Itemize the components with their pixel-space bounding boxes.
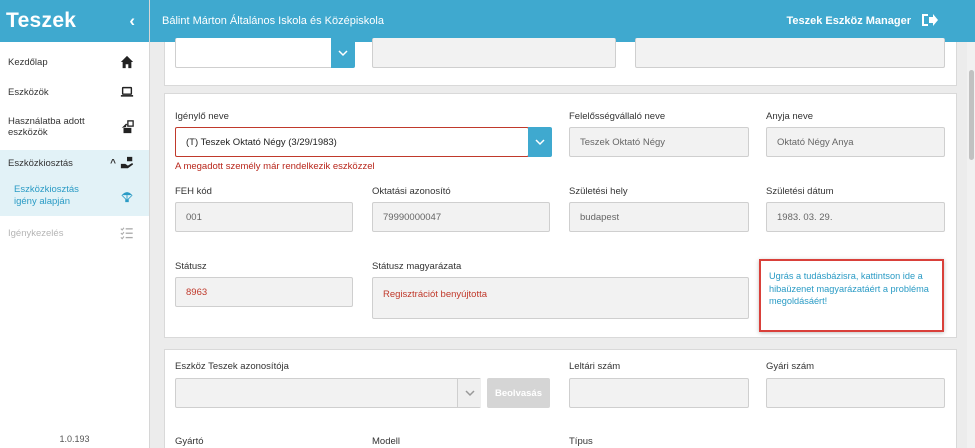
serial-number-label: Gyári szám	[766, 361, 815, 372]
home-icon	[119, 54, 135, 70]
mother-name-field: Oktató Négy Anya	[766, 127, 945, 157]
logout-icon[interactable]	[921, 12, 939, 31]
feh-code-field: 001	[175, 202, 353, 232]
sidebar-item-devices[interactable]: Eszközök	[0, 80, 149, 104]
page-scrollbar[interactable]	[967, 42, 975, 448]
status-label: Státusz	[175, 261, 207, 272]
school-name: Bálint Márton Általános Iskola és Középi…	[162, 15, 384, 27]
manufacturer-label: Gyártó	[175, 436, 204, 447]
sidebar-item-distribution[interactable]: Eszközkiosztás ^	[0, 150, 149, 176]
inventory-number-label: Leltári szám	[569, 361, 621, 372]
teszek-id-select-toggle[interactable]	[457, 379, 481, 407]
sidebar: Teszek ‹ Kezdőlap Eszközök Használatba a…	[0, 0, 150, 448]
parachute-icon	[119, 188, 135, 204]
previous-select-toggle[interactable]	[331, 38, 355, 68]
serial-number-field	[766, 378, 945, 408]
knowledge-base-link[interactable]: Ugrás a tudásbázisra, kattintson ide a h…	[759, 259, 944, 332]
feh-code-label: FEH kód	[175, 186, 212, 197]
chevron-down-icon	[338, 49, 348, 56]
requester-panel: Igénylő neve (T) Teszek Oktató Négy (3/2…	[164, 93, 957, 338]
list-check-icon	[119, 225, 135, 241]
teszek-id-select[interactable]	[175, 378, 481, 408]
previous-field-2	[372, 38, 616, 68]
sidebar-item-label: Eszközkiosztás	[8, 157, 73, 169]
device-given-icon	[119, 119, 135, 135]
sidebar-header: Teszek ‹	[0, 0, 149, 42]
sidebar-item-devices-in-use[interactable]: Használatba adott eszközök	[0, 112, 149, 142]
sidebar-item-label: Használatba adott eszközök	[8, 116, 85, 138]
edu-id-field: 79990000047	[372, 202, 550, 232]
previous-panel	[164, 38, 957, 86]
sidebar-item-label: Igénykezelés	[8, 227, 64, 239]
responsible-label: Felelősségvállaló neve	[569, 111, 666, 122]
edu-id-label: Oktatási azonosító	[372, 186, 451, 197]
scrollbar-thumb[interactable]	[969, 70, 974, 160]
responsible-field: Teszek Oktató Négy	[569, 127, 749, 157]
status-desc-label: Státusz magyarázata	[372, 261, 462, 272]
birthdate-field: 1983. 03. 29.	[766, 202, 945, 232]
app-name: Teszek Eszköz Manager	[786, 15, 911, 27]
topbar: Bálint Márton Általános Iskola és Középi…	[150, 0, 975, 42]
birthplace-label: Születési hely	[569, 186, 628, 197]
mother-name-label: Anyja neve	[766, 111, 814, 122]
scan-button[interactable]: Beolvasás	[487, 378, 550, 408]
hand-device-icon	[119, 155, 135, 171]
requester-select[interactable]: (T) Teszek Oktató Négy (3/29/1983)	[175, 127, 529, 157]
laptop-icon	[119, 84, 135, 100]
sidebar-item-label: Eszközök	[8, 86, 49, 98]
status-desc-field: Regisztrációt benyújtotta	[372, 277, 749, 319]
inventory-number-field	[569, 378, 749, 408]
app-title: Teszek	[6, 9, 77, 32]
previous-select[interactable]	[175, 38, 333, 68]
birthdate-label: Születési dátum	[766, 186, 834, 197]
status-field: 8963	[175, 277, 353, 307]
model-label: Modell	[372, 436, 400, 447]
sidebar-item-label: Eszközkiosztás igény alapján	[14, 184, 79, 207]
sidebar-item-distribution-by-request[interactable]: Eszközkiosztás igény alapján	[0, 176, 149, 216]
device-panel: Eszköz Teszek azonosítója Beolvasás Lelt…	[164, 349, 957, 448]
app-version: 1.0.193	[59, 434, 90, 444]
collapse-sidebar-button[interactable]: ‹	[129, 11, 135, 31]
sidebar-item-requests[interactable]: Igénykezelés	[0, 222, 149, 244]
sidebar-item-label: Kezdőlap	[8, 56, 48, 68]
birthplace-field: budapest	[569, 202, 749, 232]
chevron-down-icon	[464, 389, 475, 396]
sidebar-item-home[interactable]: Kezdőlap	[0, 50, 149, 74]
requester-error: A megadott személy már rendelkezik eszkö…	[175, 161, 375, 172]
chevron-up-icon: ^	[110, 157, 116, 169]
chevron-down-icon	[535, 138, 545, 145]
requester-select-toggle[interactable]	[528, 127, 552, 157]
teszek-id-label: Eszköz Teszek azonosítója	[175, 361, 289, 372]
type-label: Típus	[569, 436, 593, 447]
requester-label: Igénylő neve	[175, 111, 229, 122]
previous-field-3	[635, 38, 945, 68]
